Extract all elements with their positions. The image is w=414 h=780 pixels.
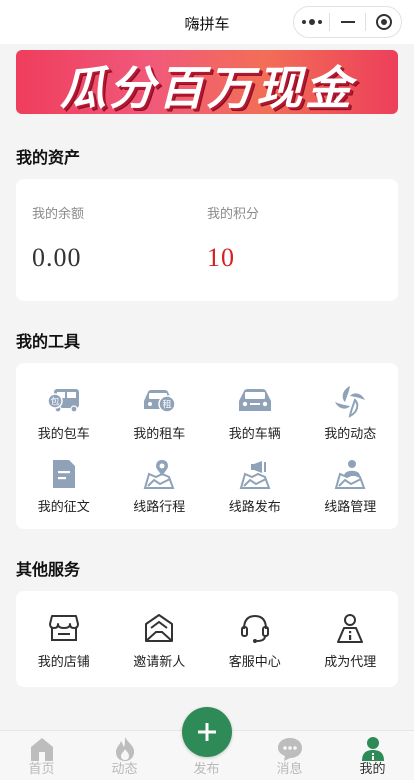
plus-icon [198,723,216,741]
tool-moments[interactable]: 我的动态 [303,383,399,442]
tab-label: 首页 [28,761,55,776]
tool-rental-car[interactable]: 租 我的租车 [112,383,208,442]
tool-label: 我的征文 [37,499,90,514]
tab-label: 我的 [359,761,386,776]
tool-my-car[interactable]: 我的车辆 [207,383,303,442]
promo-banner[interactable]: 瓜分百万现金 [16,50,398,114]
service-label: 成为代理 [324,654,377,669]
charter-bus-icon: 包 [47,383,81,419]
tool-label: 线路管理 [324,499,377,514]
tab-mine[interactable]: 我的 [331,731,414,780]
svg-text:包: 包 [50,396,59,408]
service-label: 邀请新人 [133,654,186,669]
route-manage-icon [333,456,367,492]
top-navigation-bar: 嗨拼车 [0,0,414,44]
shop-icon [48,611,80,645]
rental-car-icon: 租 [141,383,177,419]
tab-label: 发布 [193,761,220,776]
tool-essay[interactable]: 我的征文 [16,456,112,515]
document-icon [51,456,77,492]
minimize-icon[interactable] [330,7,365,37]
mini-program-capsule [293,6,402,38]
car-icon [237,383,273,419]
service-agent[interactable]: 成为代理 [303,611,399,670]
service-label: 我的店铺 [37,654,90,669]
tool-label: 我的租车 [133,426,186,441]
route-map-icon [142,456,176,492]
tab-moments[interactable]: 动态 [83,731,166,780]
points-value: 10 [207,243,235,272]
tool-route-publish[interactable]: 线路发布 [207,456,303,515]
tools-card: 包 我的包车 租 我的租车 我的车辆 我的动态 我的征文 线路行程 线路发布 线… [16,363,398,529]
tool-label: 我的包车 [37,426,90,441]
service-support[interactable]: 客服中心 [207,611,303,670]
balance-label: 我的余额 [32,206,85,221]
service-invite[interactable]: 邀请新人 [112,611,208,670]
points-label: 我的积分 [207,206,260,221]
services-card: 我的店铺 邀请新人 客服中心 成为代理 [16,591,398,687]
balance-value: 0.00 [32,243,82,272]
tool-label: 我的车辆 [228,426,281,441]
moments-icon [333,383,367,419]
agent-icon [334,611,366,645]
tool-label: 线路发布 [228,499,281,514]
svg-text:租: 租 [163,400,172,411]
publish-button[interactable] [182,707,232,757]
tools-section-title: 我的工具 [16,334,81,351]
close-circle-icon[interactable] [366,7,401,37]
tab-label: 动态 [111,761,138,776]
tool-label: 线路行程 [133,499,186,514]
tool-label: 我的动态 [324,426,377,441]
route-publish-icon [238,456,272,492]
service-my-shop[interactable]: 我的店铺 [16,611,112,670]
tool-route-manage[interactable]: 线路管理 [303,456,399,515]
tool-route-trip[interactable]: 线路行程 [112,456,208,515]
tool-charter-bus[interactable]: 包 我的包车 [16,383,112,442]
tab-messages[interactable]: 消息 [248,731,331,780]
banner-text: 瓜分百万现金 [60,62,354,114]
services-section-title: 其他服务 [16,562,81,579]
invite-mail-icon [143,611,175,645]
assets-card: 我的余额 0.00 我的积分 10 [16,179,398,301]
service-label: 客服中心 [228,654,281,669]
headset-icon [239,611,271,645]
more-dots-icon[interactable] [294,7,329,37]
assets-section-title: 我的资产 [16,150,81,167]
tab-label: 消息 [276,761,303,776]
tab-home[interactable]: 首页 [0,731,83,780]
